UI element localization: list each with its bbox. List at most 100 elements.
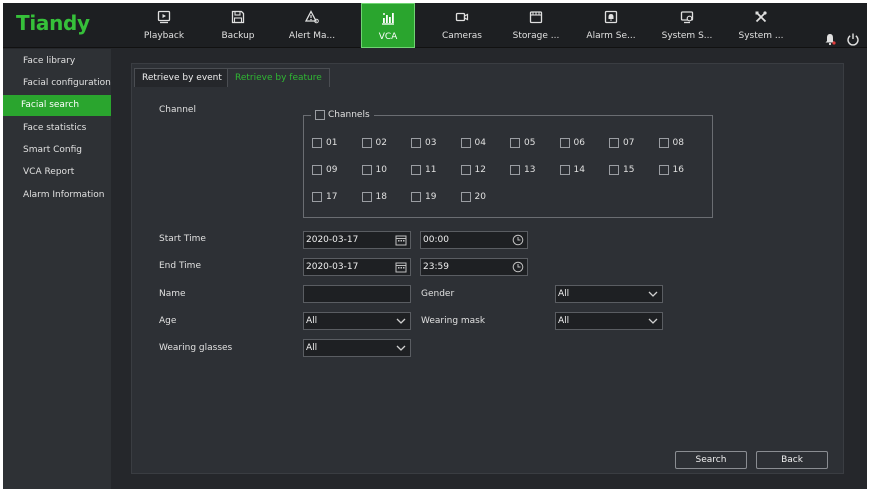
calendar-icon[interactable] (395, 234, 407, 246)
channel-checkbox-item[interactable]: 19 (411, 191, 436, 203)
back-button[interactable]: Back (756, 451, 828, 469)
tab-alarm-settings[interactable]: Alarm Se... (583, 3, 639, 48)
channel-checkbox[interactable] (411, 192, 421, 202)
start-date-field[interactable]: 2020-03-17 (303, 231, 411, 249)
gender-select[interactable]: All (555, 285, 663, 303)
sidebar-item-alarm-information[interactable]: Alarm Information (3, 185, 111, 206)
notification-bell-icon[interactable] (823, 32, 837, 46)
channel-checkbox-item[interactable]: 12 (460, 164, 486, 176)
brand-logo: Tiandy (16, 11, 90, 35)
channel-number: 08 (672, 138, 684, 148)
channel-checkbox-item[interactable]: 09 (312, 164, 337, 176)
sidebar-item-face-statistics[interactable]: Face statistics (3, 118, 111, 139)
channel-number: 13 (524, 165, 536, 175)
chevron-down-icon (396, 318, 406, 324)
name-input[interactable] (303, 285, 411, 303)
tab-label: Alarm Se... (586, 31, 636, 41)
tab-playback[interactable]: Playback (136, 3, 192, 48)
sidebar-item-smart-config[interactable]: Smart Config (3, 140, 111, 161)
channel-checkbox-item[interactable]: 02 (361, 137, 387, 149)
tab-storage[interactable]: Storage ... (508, 3, 564, 48)
channel-number: 07 (623, 138, 635, 148)
sidebar-item-facial-configuration[interactable]: Facial configuration (3, 73, 111, 94)
tab-vca[interactable]: VCA (361, 3, 415, 48)
channel-checkbox[interactable] (460, 165, 471, 175)
channel-checkbox-item[interactable]: 07 (609, 137, 634, 149)
channel-checkbox-item[interactable]: 04 (460, 137, 486, 149)
channel-checkbox[interactable] (460, 192, 471, 202)
channel-checkbox[interactable] (312, 192, 322, 202)
channel-checkbox[interactable] (609, 138, 619, 148)
age-select[interactable]: All (303, 312, 411, 330)
tab-backup[interactable]: Backup (210, 3, 266, 48)
tab-cameras[interactable]: Cameras (434, 3, 490, 48)
sidebar-item-vca-report[interactable]: VCA Report (3, 162, 111, 183)
channel-checkbox[interactable] (559, 138, 570, 148)
channel-checkbox[interactable] (312, 165, 322, 175)
channel-checkbox-item[interactable]: 03 (411, 137, 436, 149)
channel-checkbox[interactable] (361, 138, 372, 148)
sidebar-item-face-library[interactable]: Face library (3, 51, 111, 72)
channel-checkbox[interactable] (658, 165, 669, 175)
tab-label: Alert Ma... (288, 31, 336, 41)
channel-checkbox[interactable] (609, 165, 619, 175)
channel-checkbox[interactable] (361, 165, 372, 175)
channel-number: 10 (375, 165, 387, 175)
channel-number: 04 (474, 138, 486, 148)
alert-icon (284, 10, 340, 26)
start-time-label: Start Time (159, 234, 206, 244)
tab-system-maintenance[interactable]: System ... (733, 3, 789, 48)
wearing-mask-select[interactable]: All (555, 312, 663, 330)
chevron-down-icon (648, 318, 658, 324)
clock-icon[interactable] (512, 234, 524, 246)
channel-checkbox-item[interactable]: 18 (361, 191, 387, 203)
channel-checkbox[interactable] (361, 192, 372, 202)
channel-checkbox[interactable] (411, 165, 421, 175)
channel-checkbox[interactable] (312, 138, 322, 148)
channel-checkbox[interactable] (411, 138, 421, 148)
gender-value: All (558, 289, 570, 299)
clock-icon[interactable] (512, 261, 524, 273)
system-settings-icon (659, 10, 715, 26)
channels-all-checkbox[interactable] (315, 110, 325, 120)
channel-checkbox-item[interactable]: 15 (609, 164, 634, 176)
end-date-value: 2020-03-17 (306, 262, 359, 272)
channel-checkbox-item[interactable]: 13 (510, 164, 535, 176)
channel-checkbox-item[interactable]: 10 (361, 164, 387, 176)
tab-retrieve-by-feature[interactable]: Retrieve by feature (227, 68, 330, 87)
sidebar-item-facial-search[interactable]: Facial search (3, 95, 111, 116)
channel-checkbox-item[interactable]: 16 (658, 164, 684, 176)
channel-number: 09 (326, 165, 338, 175)
tab-label: Backup (221, 31, 255, 41)
channels-select-all[interactable]: Channels (311, 108, 374, 122)
channel-checkbox[interactable] (460, 138, 471, 148)
alarm-settings-icon (583, 10, 639, 26)
channel-checkbox[interactable] (510, 165, 520, 175)
tab-system-settings[interactable]: System S... (659, 3, 715, 48)
channel-checkbox-item[interactable]: 20 (460, 191, 486, 203)
end-time-field[interactable]: 23:59 (420, 258, 528, 276)
search-button[interactable]: Search (675, 451, 747, 469)
channel-checkbox-item[interactable]: 06 (559, 137, 585, 149)
channel-checkbox-item[interactable]: 17 (312, 191, 337, 203)
tab-retrieve-by-event[interactable]: Retrieve by event (134, 68, 230, 87)
tab-alert-management[interactable]: Alert Ma... (284, 3, 340, 48)
channel-number: 20 (474, 192, 486, 202)
start-time-field[interactable]: 00:00 (420, 231, 528, 249)
end-date-field[interactable]: 2020-03-17 (303, 258, 411, 276)
channel-checkbox-item[interactable]: 08 (658, 137, 684, 149)
storage-icon (508, 10, 564, 26)
channel-checkbox[interactable] (510, 138, 520, 148)
channel-checkbox-item[interactable]: 01 (312, 137, 337, 149)
channel-checkbox[interactable] (658, 138, 669, 148)
channel-checkbox-item[interactable]: 11 (411, 164, 436, 176)
name-label: Name (159, 289, 186, 299)
channel-checkbox-item[interactable]: 05 (510, 137, 535, 149)
power-icon[interactable] (846, 32, 860, 46)
tab-label: Playback (143, 31, 185, 41)
sidebar: Face library Facial configuration Facial… (3, 49, 111, 489)
channel-checkbox-item[interactable]: 14 (559, 164, 585, 176)
wearing-glasses-select[interactable]: All (303, 339, 411, 357)
channel-checkbox[interactable] (559, 165, 570, 175)
calendar-icon[interactable] (395, 261, 407, 273)
